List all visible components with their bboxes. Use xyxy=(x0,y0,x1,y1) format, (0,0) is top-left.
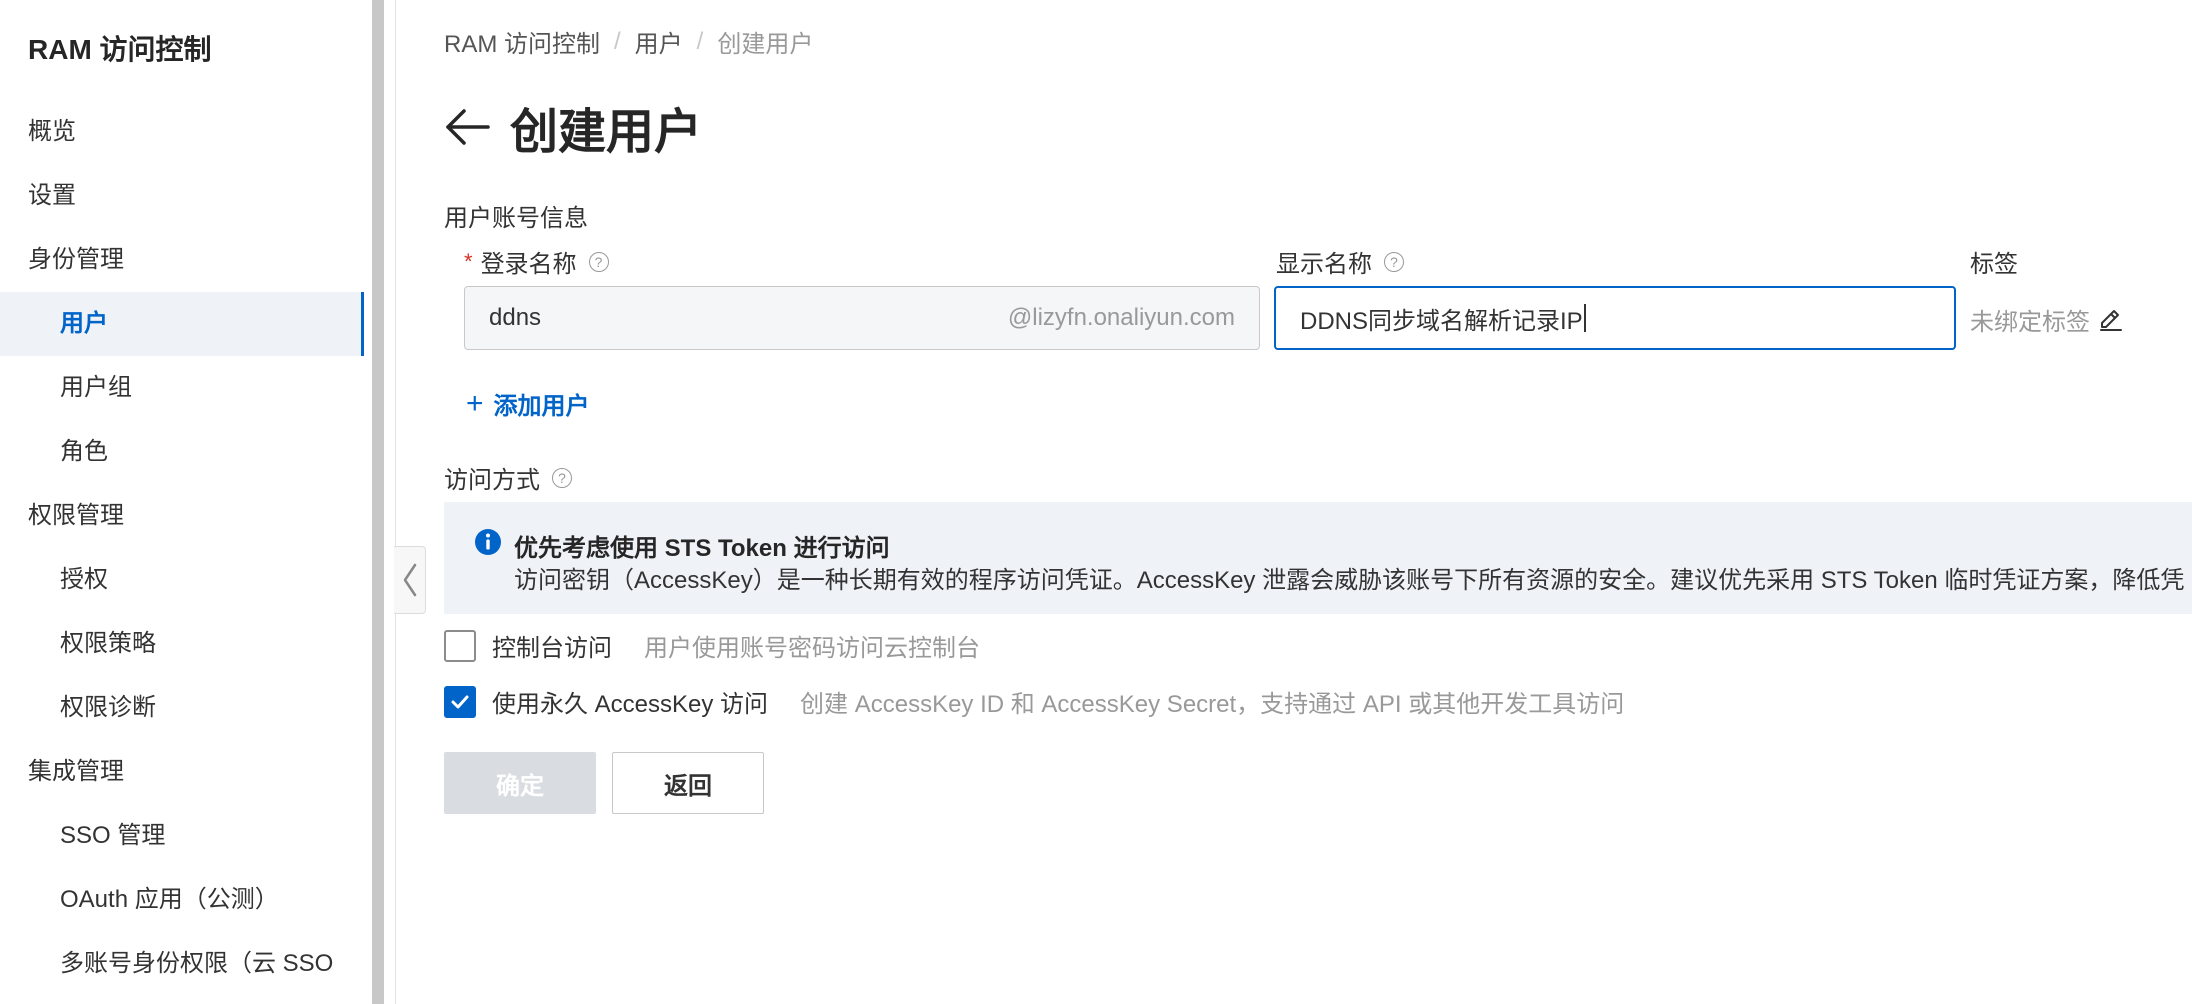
confirm-button[interactable]: 确定 xyxy=(444,752,596,814)
sidebar-item-overview[interactable]: 概览 xyxy=(0,100,364,164)
plus-icon: + xyxy=(466,386,484,420)
checkmark-icon xyxy=(451,695,469,708)
sidebar-item-roles[interactable]: 角色 xyxy=(0,420,364,484)
page-title: 创建用户 xyxy=(510,106,703,159)
sidebar-item-diagnostics[interactable]: 权限诊断 xyxy=(0,676,364,740)
login-name-label-text: 登录名称 xyxy=(480,251,577,278)
access-method-label-text: 访问方式 xyxy=(444,467,540,494)
breadcrumb-ram[interactable]: RAM 访问控制 xyxy=(444,24,600,59)
sidebar: RAM 访问控制 概览 设置 身份管理 用户 用户组 角色 权限管理 授权 权限… xyxy=(0,0,364,1004)
sidebar-item-permission-management[interactable]: 权限管理 xyxy=(0,484,364,548)
accesskey-access-description: 创建 AccessKey ID 和 AccessKey Secret，支持通过 … xyxy=(800,691,1625,718)
page-header: 创建用户 xyxy=(444,92,702,162)
info-description: 访问密钥（AccessKey）是一种长期有效的程序访问凭证。AccessKey … xyxy=(514,567,2185,594)
tag-editor[interactable]: 未绑定标签 xyxy=(1970,302,2124,337)
console-access-option[interactable]: 控制台访问 用户使用账号密码访问云控制台 xyxy=(444,628,980,663)
sidebar-item-identity-management[interactable]: 身份管理 xyxy=(0,228,364,292)
info-title: 优先考虑使用 STS Token 进行访问 xyxy=(514,535,890,562)
breadcrumb: RAM 访问控制 / 用户 / 创建用户 xyxy=(444,24,813,59)
tag-value: 未绑定标签 xyxy=(1970,309,2090,336)
accesskey-access-option[interactable]: 使用永久 AccessKey 访问 创建 AccessKey ID 和 Acce… xyxy=(444,684,1624,719)
info-icon xyxy=(475,529,501,555)
login-name-label: * 登录名称 ? xyxy=(464,244,609,279)
display-name-label-text: 显示名称 xyxy=(1276,251,1372,278)
help-icon[interactable]: ? xyxy=(552,467,572,488)
breadcrumb-users[interactable]: 用户 xyxy=(635,24,683,59)
sidebar-splitter[interactable] xyxy=(364,0,396,1004)
sidebar-item-multi-account[interactable]: 多账号身份权限（云 SSO xyxy=(0,932,364,996)
add-user-button[interactable]: + 添加用户 xyxy=(466,386,590,421)
login-domain-suffix: @lizyfn.onaliyun.com xyxy=(1007,304,1235,331)
help-icon[interactable]: ? xyxy=(588,251,609,272)
add-user-label: 添加用户 xyxy=(493,393,590,420)
account-info-label: 用户账号信息 xyxy=(444,205,588,232)
breadcrumb-separator: / xyxy=(696,27,704,55)
sidebar-title: RAM 访问控制 xyxy=(28,34,212,65)
display-name-value[interactable]: DDNS同步域名解析记录IP xyxy=(1300,301,1583,336)
login-name-input[interactable]: ddns @lizyfn.onaliyun.com xyxy=(464,286,1260,350)
breadcrumb-create-user: 创建用户 xyxy=(717,31,814,58)
edit-icon[interactable] xyxy=(2098,307,2124,333)
breadcrumb-separator: / xyxy=(614,27,621,55)
console-access-label[interactable]: 控制台访问 xyxy=(492,628,612,663)
back-button[interactable]: 返回 xyxy=(612,752,764,814)
sidebar-item-user-groups[interactable]: 用户组 xyxy=(0,356,364,420)
sidebar-item-oauth[interactable]: OAuth 应用（公测） xyxy=(0,868,364,932)
sidebar-item-settings[interactable]: 设置 xyxy=(0,164,364,228)
sts-info-alert: 优先考虑使用 STS Token 进行访问 访问密钥（AccessKey）是一种… xyxy=(444,502,2192,614)
accesskey-access-checkbox[interactable] xyxy=(444,685,476,718)
splitter-bar[interactable] xyxy=(372,0,384,1004)
login-name-value[interactable]: ddns xyxy=(489,304,541,332)
display-name-label: 显示名称 ? xyxy=(1276,244,1404,279)
console-access-description: 用户使用账号密码访问云控制台 xyxy=(644,635,980,662)
display-name-input[interactable]: DDNS同步域名解析记录IP xyxy=(1274,286,1956,350)
sidebar-item-users[interactable]: 用户 xyxy=(0,292,364,356)
console-access-checkbox[interactable] xyxy=(444,629,476,662)
required-marker: * xyxy=(464,248,473,274)
back-arrow-icon[interactable] xyxy=(444,103,492,151)
sidebar-item-sso[interactable]: SSO 管理 xyxy=(0,804,364,868)
sidebar-item-grants[interactable]: 授权 xyxy=(0,548,364,612)
tags-label: 标签 xyxy=(1970,251,2018,278)
text-caret xyxy=(1583,304,1586,332)
sidebar-item-policies[interactable]: 权限策略 xyxy=(0,612,364,676)
sidebar-item-integration[interactable]: 集成管理 xyxy=(0,740,364,804)
accesskey-access-label[interactable]: 使用永久 AccessKey 访问 xyxy=(492,684,768,719)
main-content: RAM 访问控制 / 用户 / 创建用户 创建用户 用户账号信息 * 登录名称 … xyxy=(396,0,2192,1004)
help-icon[interactable]: ? xyxy=(1384,251,1404,272)
access-method-label: 访问方式 ? xyxy=(444,460,572,495)
